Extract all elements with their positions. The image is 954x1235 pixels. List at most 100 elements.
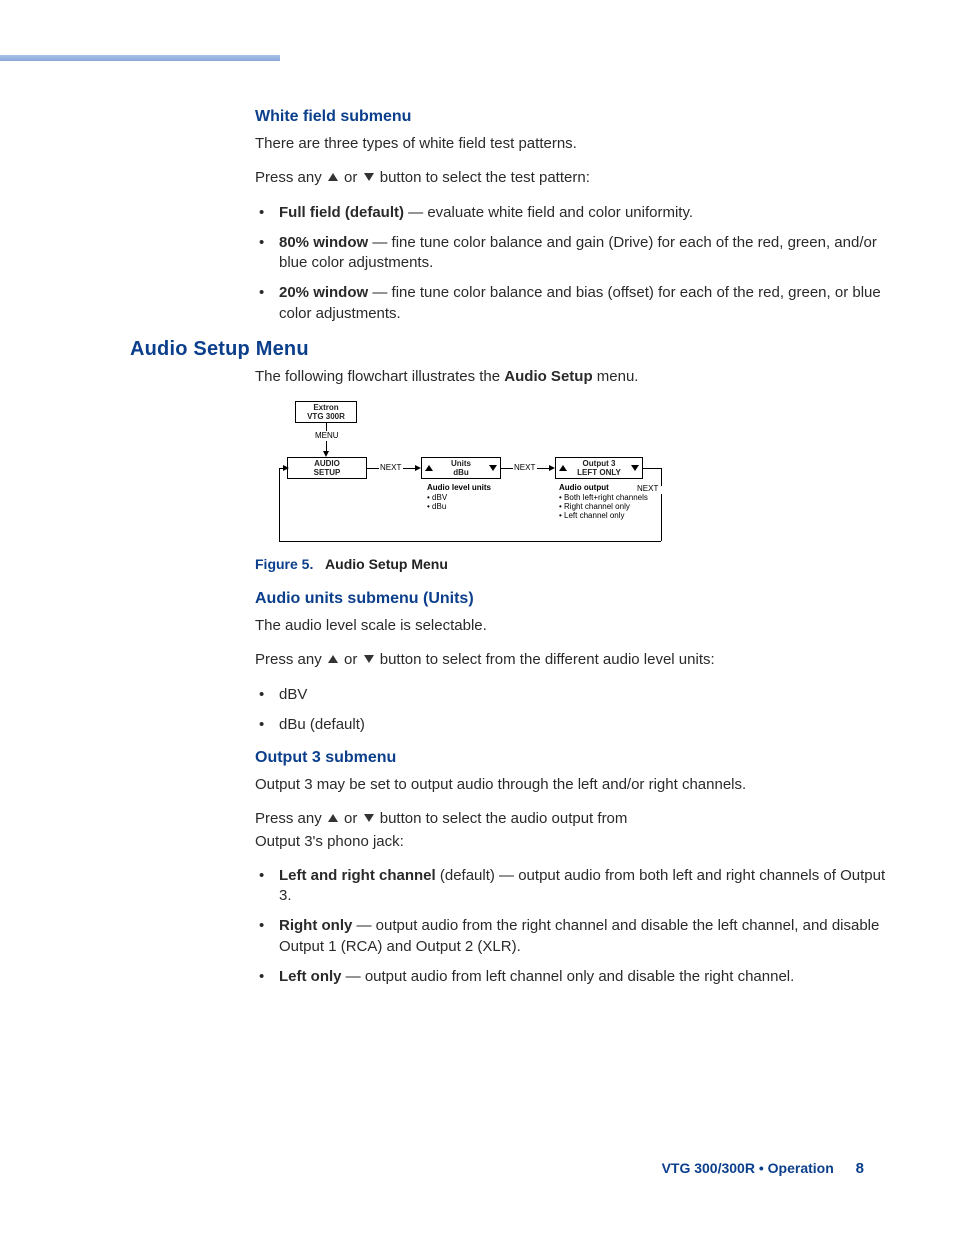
white-field-bullets: Full field (default) — evaluate white fi… — [255, 203, 890, 324]
figure-caption: Figure 5. Audio Setup Menu — [255, 556, 890, 572]
list-item: dBu — [427, 502, 447, 511]
flow-line — [279, 468, 280, 541]
flow-annot-output-list: Both left+right channels Right channel o… — [559, 493, 648, 520]
list-item: dBV — [255, 685, 890, 705]
bullet-rest: — output audio from the right channel an… — [279, 917, 879, 954]
bullet-bold: Full field (default) — [279, 204, 404, 221]
triangle-up-icon — [328, 173, 338, 181]
flow-annot-units-list: dBV dBu — [427, 493, 447, 511]
flow-annot-output-heading: Audio output — [559, 483, 609, 492]
bullet-rest: — fine tune color balance and gain (Driv… — [279, 234, 877, 271]
text: Press any — [255, 169, 326, 186]
bullet-bold: 20% window — [279, 284, 368, 301]
bullet-rest: — output audio from left channel only an… — [342, 968, 795, 985]
list-item: Left channel only — [559, 511, 648, 520]
bullet-bold: Right only — [279, 917, 352, 934]
output3-p1: Output 3 may be set to output audio thro… — [255, 775, 890, 795]
flow-line — [367, 468, 379, 469]
audio-setup-p1: The following flowchart illustrates the … — [255, 367, 890, 387]
footer-product: VTG 300/300R — [662, 1160, 755, 1176]
triangle-up-icon — [328, 655, 338, 663]
flow-label-next: NEXT — [514, 463, 535, 472]
bullet-rest: — evaluate white field and color uniform… — [404, 204, 693, 221]
output3-heading: Output 3 submenu — [255, 749, 890, 767]
flow-box-audio-setup-text: AUDIO SETUP — [314, 459, 341, 477]
list-item: Right only — output audio from the right… — [255, 916, 890, 957]
triangle-down-icon — [364, 173, 374, 181]
white-field-p1: There are three types of white field tes… — [255, 134, 890, 154]
arrow-right-icon — [283, 465, 289, 471]
flow-box-audio-setup: AUDIO SETUP — [287, 457, 367, 479]
list-item: 20% window — fine tune color balance and… — [255, 283, 890, 324]
bullet-rest: — fine tune color balance and bias (offs… — [279, 284, 881, 321]
bullet-bold: 80% window — [279, 234, 368, 251]
list-item: Left only — output audio from left chann… — [255, 967, 890, 987]
flow-line — [501, 468, 513, 469]
bullet-bold: Left and right channel — [279, 867, 436, 884]
list-item: Right channel only — [559, 502, 648, 511]
audio-setup-flowchart: Extron VTG 300R MENU AUDIO SETUP NEXT — [275, 401, 675, 546]
flow-line — [661, 468, 662, 486]
white-field-section: White field submenu There are three type… — [255, 108, 890, 324]
audio-units-p2: Press any or button to select from the d… — [255, 650, 890, 670]
audio-units-heading: Audio units submenu (Units) — [255, 590, 890, 608]
top-accent-bar — [0, 55, 280, 61]
output3-p2b: Output 3's phono jack: — [255, 832, 890, 852]
list-item: Both left+right channels — [559, 493, 648, 502]
flow-line — [326, 441, 327, 451]
triangle-up-icon — [425, 465, 433, 471]
triangle-up-icon — [559, 465, 567, 471]
flow-label-next: NEXT — [637, 484, 658, 493]
white-field-heading: White field submenu — [255, 108, 890, 126]
triangle-down-icon — [364, 814, 374, 822]
flow-box-title: Extron VTG 300R — [295, 401, 357, 423]
flow-line — [537, 468, 549, 469]
list-item: Full field (default) — evaluate white fi… — [255, 203, 890, 223]
bullet-bold: Left only — [279, 968, 342, 985]
footer-bullet: • — [759, 1160, 764, 1176]
flow-line — [643, 468, 661, 469]
footer-page-number: 8 — [856, 1160, 864, 1177]
flow-line — [661, 494, 662, 541]
flow-label-menu: MENU — [315, 431, 339, 440]
figure-text: Audio Setup Menu — [325, 556, 448, 572]
text-bold: Audio Setup — [504, 368, 592, 385]
list-item: dBV — [427, 493, 447, 502]
triangle-up-icon — [328, 814, 338, 822]
page-footer: VTG 300/300R • Operation 8 — [662, 1160, 864, 1177]
flow-line — [326, 423, 327, 431]
text: button to select the test pattern: — [380, 169, 590, 186]
flow-line — [403, 468, 415, 469]
triangle-down-icon — [489, 465, 497, 471]
text: button to select the audio output from — [380, 810, 628, 827]
footer-section: Operation — [768, 1160, 834, 1176]
page-content: White field submenu There are three type… — [130, 108, 890, 1001]
text: or — [344, 810, 362, 827]
flow-line — [279, 541, 661, 542]
flow-box-output3: Output 3 LEFT ONLY — [555, 457, 643, 479]
text: Press any — [255, 651, 326, 668]
triangle-down-icon — [631, 465, 639, 471]
flow-box-title-text: Extron VTG 300R — [307, 403, 345, 421]
list-item: dBu (default) — [255, 715, 890, 735]
output3-p2a: Press any or button to select the audio … — [255, 809, 890, 829]
flow-box-units-text: Units dBu — [451, 459, 471, 477]
text: button to select from the different audi… — [380, 651, 715, 668]
text: menu. — [593, 368, 639, 385]
triangle-down-icon — [364, 655, 374, 663]
flow-label-next: NEXT — [380, 463, 401, 472]
figure-label: Figure 5. — [255, 556, 313, 572]
audio-units-p1: The audio level scale is selectable. — [255, 616, 890, 636]
audio-setup-heading: Audio Setup Menu — [130, 338, 890, 361]
text: Press any — [255, 810, 326, 827]
flow-box-output3-text: Output 3 LEFT ONLY — [577, 459, 621, 477]
page: White field submenu There are three type… — [0, 0, 954, 1235]
text: or — [344, 169, 362, 186]
flow-box-units: Units dBu — [421, 457, 501, 479]
audio-setup-body: The following flowchart illustrates the … — [255, 367, 890, 987]
text: The following flowchart illustrates the — [255, 368, 504, 385]
text: or — [344, 651, 362, 668]
output3-bullets: Left and right channel (default) — outpu… — [255, 866, 890, 987]
list-item: Left and right channel (default) — outpu… — [255, 866, 890, 907]
list-item: 80% window — fine tune color balance and… — [255, 233, 890, 274]
